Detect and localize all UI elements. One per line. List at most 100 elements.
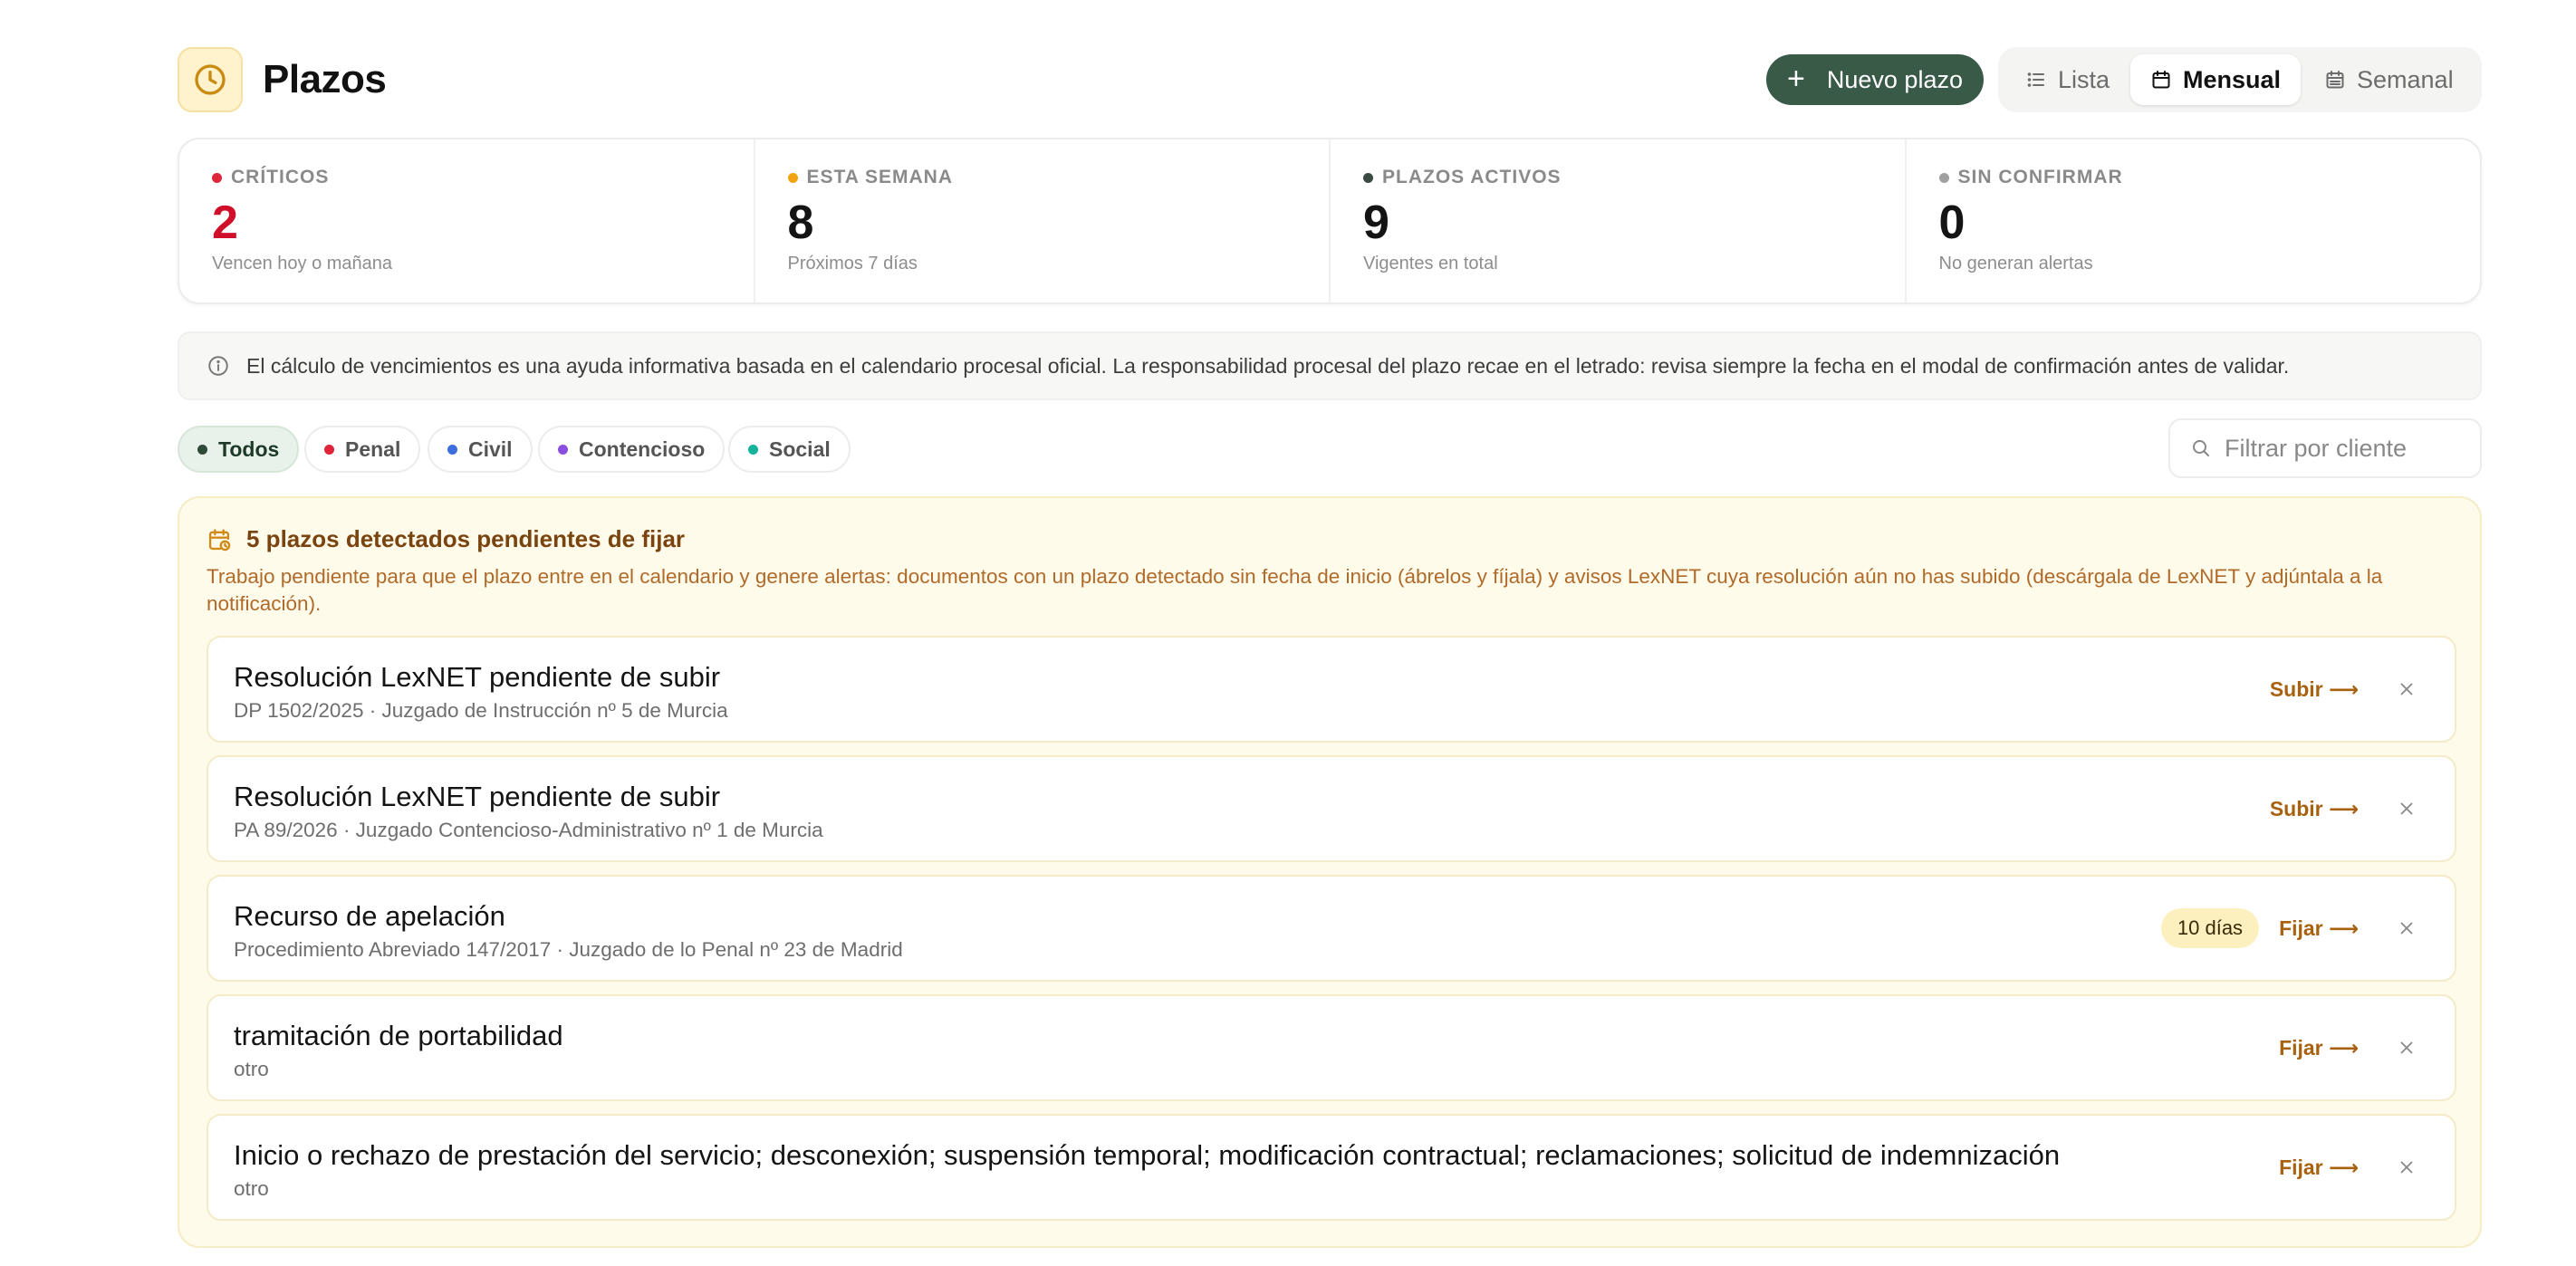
filter-chip-civil[interactable]: Civil xyxy=(428,426,533,473)
view-list-label: Lista xyxy=(2058,65,2110,93)
pending-item-title: tramitación de portabilidad xyxy=(234,1020,563,1051)
pending-item-actions: Subir ⟶ xyxy=(2270,757,2420,860)
stat-criticos: CRÍTICOS 2 Vencen hoy o mañana xyxy=(179,139,755,302)
calendar-clock-icon xyxy=(208,528,231,551)
pending-item: Resolución LexNET pendiente de subir PA … xyxy=(207,755,2456,862)
pending-deadlines-panel: 5 plazos detectados pendientes de fijar … xyxy=(178,496,2482,1248)
status-dot xyxy=(787,172,798,183)
page-title: Plazos xyxy=(263,57,387,101)
stat-subtitle: Vigentes en total xyxy=(1363,254,1498,273)
filter-bar: Todos Penal Civil Contencioso Social xyxy=(178,418,2482,478)
stat-label: PLAZOS ACTIVOS xyxy=(1363,167,1872,188)
pending-description: Trabajo pendiente para que el plazo entr… xyxy=(207,565,2383,615)
filter-dot xyxy=(324,444,334,455)
pending-item: Inicio o rechazo de prestación del servi… xyxy=(207,1114,2456,1221)
dismiss-button[interactable] xyxy=(2393,795,2420,822)
filter-dot xyxy=(748,444,758,455)
pending-item: Resolución LexNET pendiente de subir DP … xyxy=(207,636,2456,743)
filter-chip-label: Todos xyxy=(218,436,280,461)
pending-header: 5 plazos detectados pendientes de fijar xyxy=(207,525,685,553)
dismiss-button[interactable] xyxy=(2393,1154,2420,1181)
upload-action-button[interactable]: Subir ⟶ xyxy=(2270,797,2359,821)
filter-chip-label: Contencioso xyxy=(579,436,706,461)
stat-label: SIN CONFIRMAR xyxy=(1938,167,2448,188)
dismiss-button[interactable] xyxy=(2393,676,2420,703)
stat-subtitle: Próximos 7 días xyxy=(787,254,918,273)
calendar-icon xyxy=(2152,71,2170,89)
fix-action-button[interactable]: Fijar ⟶ xyxy=(2279,1156,2359,1180)
pending-title: 5 plazos detectados pendientes de fijar xyxy=(246,525,686,552)
stat-subtitle: No generan alertas xyxy=(1938,254,2093,273)
status-dot xyxy=(1363,172,1373,183)
client-filter-search[interactable] xyxy=(2168,418,2482,478)
close-icon xyxy=(2400,1161,2413,1174)
dismiss-button[interactable] xyxy=(2393,1034,2420,1061)
filter-chip-label: Social xyxy=(769,436,831,461)
new-deadline-label: Nuevo plazo xyxy=(1826,65,1963,93)
pending-item-title: Recurso de apelación xyxy=(234,900,505,932)
days-badge: 10 días xyxy=(2160,908,2260,948)
status-dot xyxy=(212,172,222,183)
upload-action-button[interactable]: Subir ⟶ xyxy=(2270,677,2359,702)
stat-label-text: SIN CONFIRMAR xyxy=(1957,167,2123,187)
view-monthly-label: Mensual xyxy=(2183,65,2282,93)
info-icon xyxy=(208,356,228,376)
stat-label: ESTA SEMANA xyxy=(787,167,1297,188)
pending-item-subtitle: otro xyxy=(234,1058,269,1080)
info-banner: El cálculo de vencimientos es una ayuda … xyxy=(178,331,2482,400)
stat-value: 8 xyxy=(787,197,814,249)
close-icon xyxy=(2400,802,2413,815)
pending-item-title: Inicio o rechazo de prestación del servi… xyxy=(234,1139,2061,1171)
stat-subtitle: Vencen hoy o mañana xyxy=(212,254,393,273)
filter-chip-contencioso[interactable]: Contencioso xyxy=(538,426,726,473)
filter-chip-label: Civil xyxy=(468,436,513,461)
filter-chip-penal[interactable]: Penal xyxy=(304,426,421,473)
clock-icon xyxy=(178,47,243,112)
fix-action-button[interactable]: Fijar ⟶ xyxy=(2279,916,2359,941)
pending-item-title: Resolución LexNET pendiente de subir xyxy=(234,781,721,812)
page-header: Plazos + Nuevo plazo Lista Mensual Seman… xyxy=(178,47,2482,112)
stat-value: 2 xyxy=(212,197,238,249)
pending-item-subtitle: otro xyxy=(234,1177,269,1200)
view-switcher: Lista Mensual Semanal xyxy=(1998,47,2482,112)
filter-chip-label: Penal xyxy=(345,436,401,461)
stats-panel: CRÍTICOS 2 Vencen hoy o mañana ESTA SEMA… xyxy=(178,138,2482,304)
client-filter-input[interactable] xyxy=(2225,434,2469,463)
dismiss-button[interactable] xyxy=(2393,915,2420,942)
fix-action-button[interactable]: Fijar ⟶ xyxy=(2279,1036,2359,1060)
close-icon xyxy=(2400,1041,2413,1054)
new-deadline-button[interactable]: + Nuevo plazo xyxy=(1766,54,1984,105)
pending-item-subtitle: PA 89/2026 · Juzgado Contencioso-Adminis… xyxy=(234,819,823,841)
stat-value: 9 xyxy=(1363,197,1389,249)
close-icon xyxy=(2400,683,2413,695)
view-weekly-label: Semanal xyxy=(2357,65,2454,93)
pending-item-actions: 10 días Fijar ⟶ xyxy=(2160,877,2420,980)
stat-sin-confirmar: SIN CONFIRMAR 0 No generan alertas xyxy=(1907,139,2481,302)
filter-chip-social[interactable]: Social xyxy=(728,426,851,473)
pending-item: Recurso de apelación Procedimiento Abrev… xyxy=(207,875,2456,982)
status-dot xyxy=(1938,172,1949,183)
view-weekly-button[interactable]: Semanal xyxy=(2304,54,2474,105)
stat-label: CRÍTICOS xyxy=(212,167,721,188)
pending-item: tramitación de portabilidad otro Fijar ⟶ xyxy=(207,994,2456,1101)
pending-item-title: Resolución LexNET pendiente de subir xyxy=(234,661,721,693)
view-list-button[interactable]: Lista xyxy=(2005,54,2129,105)
filter-dot xyxy=(197,444,207,455)
page-container: Plazos + Nuevo plazo Lista Mensual Seman… xyxy=(178,47,2482,1248)
stat-label-text: CRÍTICOS xyxy=(231,167,330,187)
view-monthly-button[interactable]: Mensual xyxy=(2130,54,2302,105)
stat-plazos-activos: PLAZOS ACTIVOS 9 Vigentes en total xyxy=(1331,139,1907,302)
pending-item-subtitle: Procedimiento Abreviado 147/2017 · Juzga… xyxy=(234,938,903,961)
plus-icon: + xyxy=(1787,61,1805,96)
filter-dot xyxy=(447,444,457,455)
list-icon xyxy=(2027,72,2044,87)
info-banner-text: El cálculo de vencimientos es una ayuda … xyxy=(246,353,2290,378)
stat-esta-semana: ESTA SEMANA 8 Próximos 7 días xyxy=(755,139,1331,302)
pending-item-actions: Subir ⟶ xyxy=(2270,638,2420,741)
filter-chip-todos[interactable]: Todos xyxy=(178,426,300,473)
calendar-week-icon xyxy=(2326,71,2344,89)
pending-item-actions: Fijar ⟶ xyxy=(2279,996,2420,1099)
close-icon xyxy=(2400,922,2413,935)
filter-dot xyxy=(558,444,568,455)
stat-label-text: PLAZOS ACTIVOS xyxy=(1382,167,1562,187)
